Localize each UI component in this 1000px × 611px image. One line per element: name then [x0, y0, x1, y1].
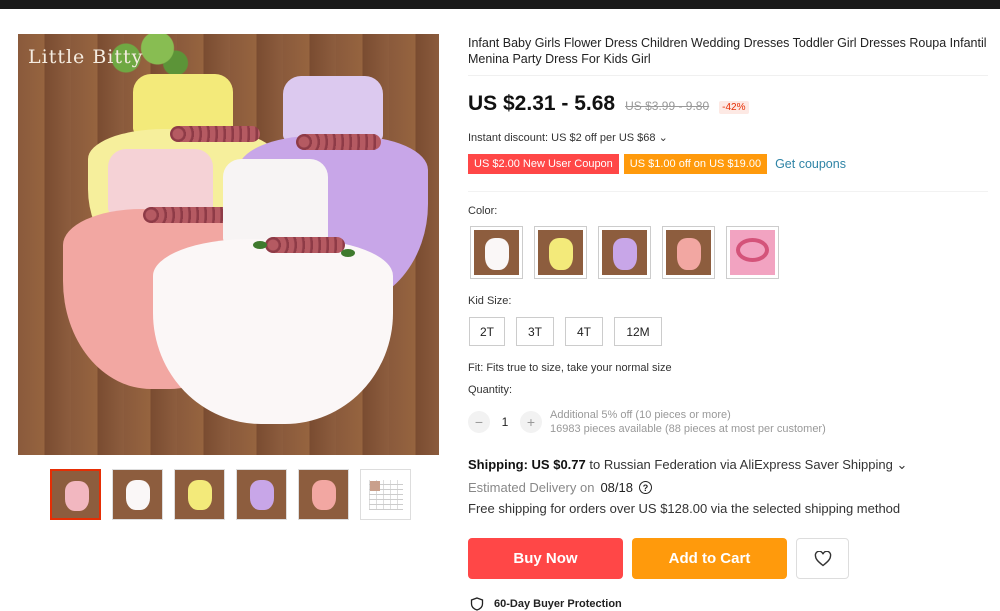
thumbnail-group[interactable] — [50, 469, 101, 520]
size-option-12m[interactable]: 12M — [614, 317, 662, 346]
quantity-info: Additional 5% off (10 pieces or more) 16… — [550, 408, 826, 436]
color-swatches — [470, 226, 779, 279]
add-to-cart-button[interactable]: Add to Cart — [632, 538, 787, 579]
top-bar — [0, 0, 1000, 9]
color-option-purple[interactable] — [598, 226, 651, 279]
original-price: US $3.99 - 9.80 — [625, 99, 710, 113]
quantity-decrease-button[interactable]: − — [468, 411, 490, 433]
product-title: Infant Baby Girls Flower Dress Children … — [468, 36, 987, 66]
main-product-image[interactable]: Little Bitty — [18, 34, 439, 455]
wishlist-button[interactable] — [796, 538, 849, 579]
thumbnail-white[interactable] — [112, 469, 163, 520]
current-price: US $2.31 - 5.68 — [468, 92, 616, 115]
brand-watermark: Little Bitty — [28, 46, 144, 68]
color-option-yellow[interactable] — [534, 226, 587, 279]
thumbnail-yellow[interactable] — [174, 469, 225, 520]
estimated-delivery-label: Estimated Delivery on — [468, 480, 595, 495]
free-shipping-note: Free shipping for orders over US $128.00… — [468, 501, 901, 516]
color-option-pink[interactable] — [662, 226, 715, 279]
stock-note: 16983 pieces available (88 pieces at mos… — [550, 423, 826, 435]
help-icon[interactable]: ? — [639, 481, 652, 494]
buyer-protection: 60-Day Buyer Protection — [470, 597, 622, 611]
color-option-white[interactable] — [470, 226, 523, 279]
size-options: 2T 3T 4T 12M — [469, 317, 662, 346]
discount-badge: -42% — [719, 101, 749, 114]
new-user-coupon[interactable]: US $2.00 New User Coupon — [468, 154, 619, 174]
shipping-info[interactable]: Shipping: US $0.77 to Russian Federation… — [468, 457, 907, 473]
fit-note: Fit: Fits true to size, take your normal… — [468, 362, 672, 374]
size-option-4t[interactable]: 4T — [565, 317, 603, 346]
estimated-delivery-date: 08/18 — [600, 480, 633, 495]
size-label: Kid Size: — [468, 295, 512, 307]
thumbnail-purple[interactable] — [236, 469, 287, 520]
quantity-stepper: − 1 + Additional 5% off (10 pieces or mo… — [468, 408, 826, 436]
store-coupon[interactable]: US $1.00 off on US $19.00 — [623, 154, 768, 174]
quantity-label: Quantity: — [468, 384, 513, 396]
coupon-row: US $2.00 New User Coupon US $1.00 off on… — [468, 154, 846, 174]
buyer-protection-label: 60-Day Buyer Protection — [494, 598, 622, 610]
buy-now-button[interactable]: Buy Now — [468, 538, 623, 579]
color-label: Color: — [468, 205, 498, 217]
quantity-value[interactable]: 1 — [490, 415, 520, 429]
shield-icon — [470, 597, 484, 611]
white-dress — [153, 159, 393, 424]
bulk-discount-note: Additional 5% off (10 pieces or more) — [550, 409, 731, 421]
shipping-destination: to Russian Federation via AliExpress Sav… — [585, 457, 908, 472]
thumbnail-size-chart[interactable] — [360, 469, 411, 520]
heart-icon — [814, 550, 831, 566]
get-coupons-link[interactable]: Get coupons — [775, 157, 846, 171]
thumbnail-strip — [50, 469, 411, 520]
quantity-increase-button[interactable]: + — [520, 411, 542, 433]
shipping-cost: Shipping: US $0.77 — [468, 457, 586, 472]
estimated-delivery: Estimated Delivery on 08/18 ? — [468, 480, 652, 495]
instant-discount-dropdown[interactable]: Instant discount: US $2 off per US $68 ⌄ — [468, 131, 668, 144]
divider — [468, 75, 988, 76]
price-row: US $2.31 - 5.68 US $3.99 - 9.80 -42% — [468, 92, 749, 116]
size-option-2t[interactable]: 2T — [469, 317, 505, 346]
divider — [468, 191, 988, 192]
color-option-headband[interactable] — [726, 226, 779, 279]
thumbnail-pink[interactable] — [298, 469, 349, 520]
size-option-3t[interactable]: 3T — [516, 317, 554, 346]
